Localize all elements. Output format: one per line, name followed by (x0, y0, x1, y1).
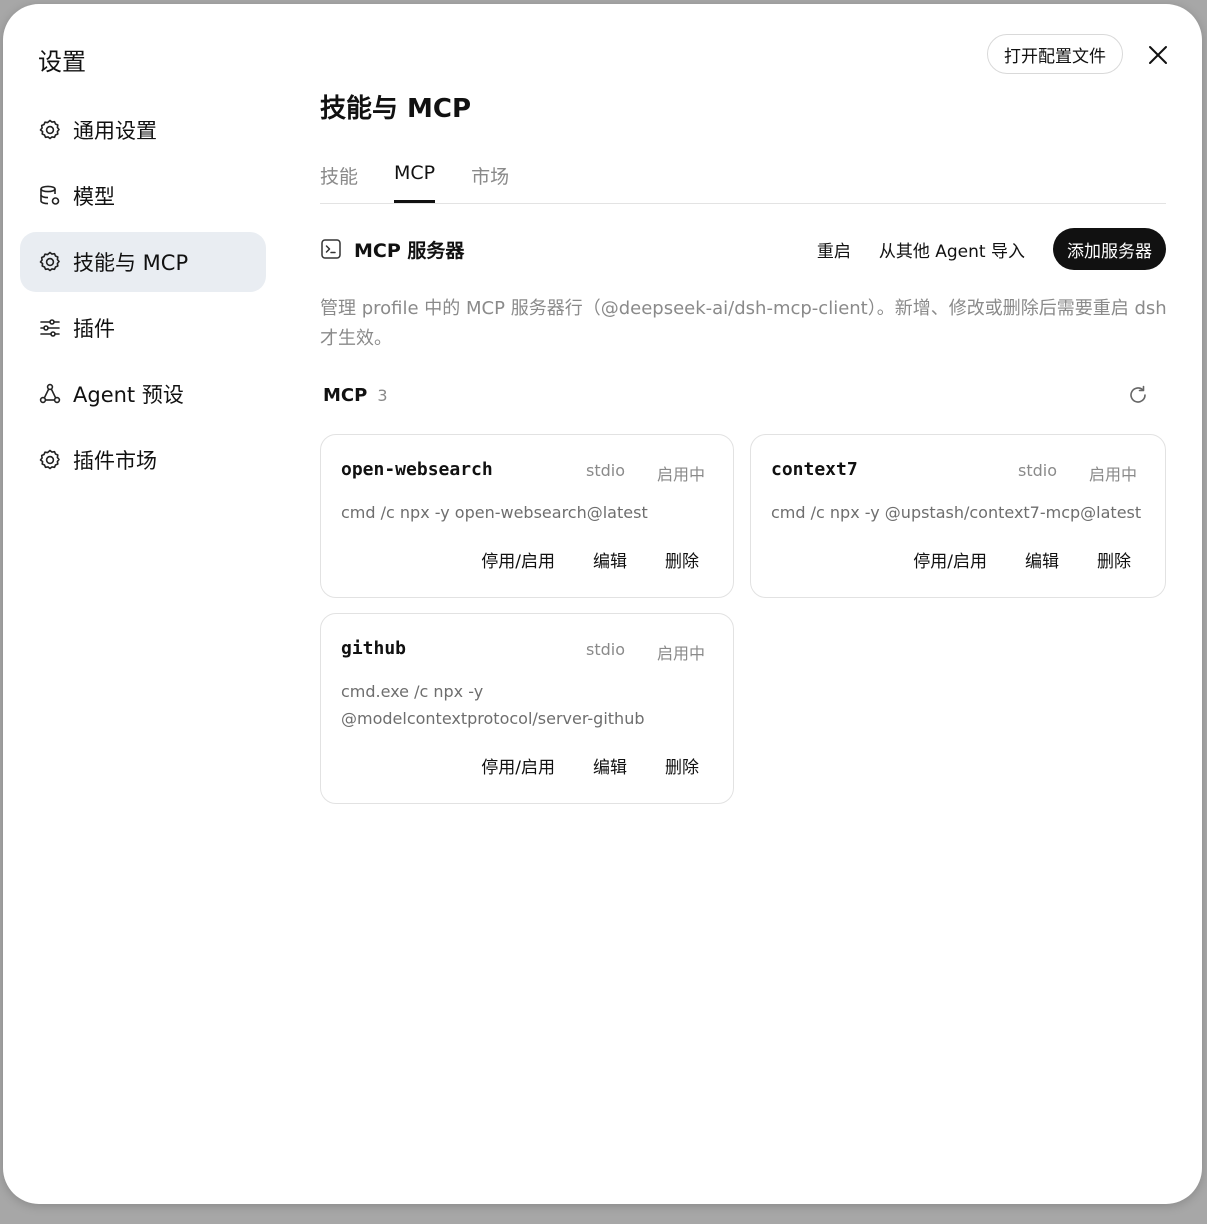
sliders-icon (37, 315, 63, 341)
sidebar-item-label: Agent 预设 (73, 383, 184, 407)
card-actions: 停用/启用 编辑 删除 (481, 547, 699, 572)
delete-button[interactable]: 删除 (1097, 547, 1131, 572)
list-label: MCP (323, 384, 368, 406)
sidebar-item-label: 插件市场 (73, 449, 157, 473)
sidebar-item-plugins[interactable]: 插件 (20, 298, 266, 358)
tab-mcp[interactable]: MCP (394, 156, 436, 203)
sidebar-item-label: 技能与 MCP (73, 251, 189, 275)
tab-market[interactable]: 市场 (471, 156, 509, 203)
sidebar-item-models[interactable]: 模型 (20, 166, 266, 226)
gear-icon (37, 249, 63, 275)
tab-skills[interactable]: 技能 (320, 156, 358, 203)
server-name: github (341, 638, 407, 659)
tab-bar: 技能 MCP 市场 (320, 156, 1166, 204)
close-icon (1149, 46, 1167, 64)
server-card-open-websearch: open-websearch stdio 启用中 cmd /c npx -y o… (320, 434, 734, 598)
toggle-button[interactable]: 停用/启用 (913, 547, 987, 572)
mcp-servers-header: MCP 服务器 重启 从其他 Agent 导入 添加服务器 (320, 228, 1166, 270)
sidebar-item-label: 通用设置 (73, 119, 157, 143)
server-command: cmd /c npx -y @upstash/context7-mcp@late… (771, 503, 1142, 522)
server-name: context7 (771, 459, 858, 480)
sidebar-item-agent-presets[interactable]: Agent 预设 (20, 364, 266, 424)
sidebar-nav: 通用设置 模型 技能与 MCP 插件 Agent 预设 插件市场 (20, 100, 266, 496)
toggle-button[interactable]: 停用/启用 (481, 547, 555, 572)
server-command: cmd.exe /c npx -y @modelcontextprotocol/… (341, 682, 645, 728)
edit-button[interactable]: 编辑 (593, 547, 627, 572)
delete-button[interactable]: 删除 (665, 547, 699, 572)
card-actions: 停用/启用 编辑 删除 (481, 753, 699, 778)
restart-button[interactable]: 重启 (817, 237, 851, 262)
server-type: stdio (1018, 461, 1057, 480)
sidebar-item-skills-mcp[interactable]: 技能与 MCP (20, 232, 266, 292)
toggle-button[interactable]: 停用/启用 (481, 753, 555, 778)
add-server-button[interactable]: 添加服务器 (1053, 228, 1166, 270)
nodes-icon (37, 381, 63, 407)
mcp-list-header: MCP 3 (323, 384, 1149, 406)
gear-icon (37, 447, 63, 473)
server-status: 启用中 (1088, 465, 1137, 484)
sidebar-item-general[interactable]: 通用设置 (20, 100, 266, 160)
terminal-icon (320, 238, 342, 260)
edit-button[interactable]: 编辑 (1025, 547, 1059, 572)
server-status: 启用中 (656, 465, 705, 484)
server-status: 启用中 (656, 644, 705, 663)
refresh-button[interactable] (1127, 384, 1149, 406)
server-type: stdio (586, 640, 625, 659)
edit-button[interactable]: 编辑 (593, 753, 627, 778)
sidebar-title: 设置 (38, 48, 86, 76)
list-count: 3 (377, 385, 388, 405)
section-title: MCP 服务器 (354, 239, 465, 262)
open-config-button[interactable]: 打开配置文件 (987, 34, 1123, 74)
sidebar-item-plugin-market[interactable]: 插件市场 (20, 430, 266, 490)
server-card-github: github stdio 启用中 cmd.exe /c npx -y @mode… (320, 613, 734, 804)
sidebar-item-label: 模型 (73, 185, 115, 209)
card-actions: 停用/启用 编辑 删除 (913, 547, 1131, 572)
close-button[interactable] (1145, 42, 1171, 68)
delete-button[interactable]: 删除 (665, 753, 699, 778)
server-card-context7: context7 stdio 启用中 cmd /c npx -y @upstas… (750, 434, 1166, 598)
page-title: 技能与 MCP (320, 94, 472, 124)
server-type: stdio (586, 461, 625, 480)
import-from-agent-button[interactable]: 从其他 Agent 导入 (879, 237, 1025, 262)
gear-icon (37, 117, 63, 143)
server-name: open-websearch (341, 459, 493, 480)
settings-dialog: 设置 通用设置 模型 技能与 MCP 插件 Agent 预设 插件市场 打开配置… (3, 4, 1202, 1204)
database-icon (37, 183, 63, 209)
section-description: 管理 profile 中的 MCP 服务器行（@deepseek-ai/dsh-… (320, 298, 1167, 349)
refresh-icon (1130, 385, 1146, 403)
server-command: cmd /c npx -y open-websearch@latest (341, 503, 648, 522)
sidebar-item-label: 插件 (73, 317, 115, 341)
